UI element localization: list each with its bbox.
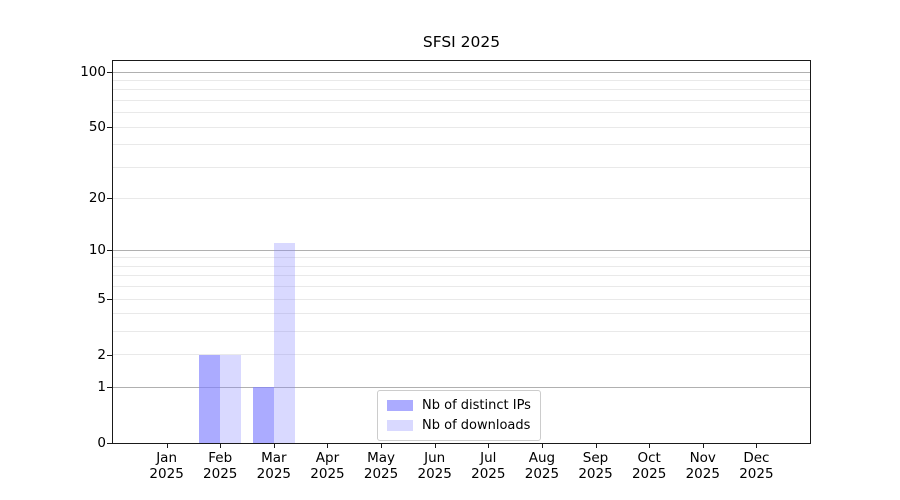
gridline-minor [113, 298, 810, 300]
y-tick-mark [107, 354, 112, 356]
bar-downloads [220, 354, 242, 443]
month-label: Dec [743, 450, 770, 466]
x-tick-mark [541, 444, 543, 448]
y-tick-label: 10 [88, 242, 106, 259]
x-tick-mark [273, 444, 275, 448]
y-tick-mark [107, 72, 112, 74]
y-tick-label: 50 [88, 119, 106, 136]
y-tick-label: 5 [97, 291, 106, 307]
gridline-minor [113, 144, 810, 146]
y-tick-label: 2 [97, 346, 106, 363]
legend-item-distinct-ips: Nb of distinct IPs [387, 395, 531, 415]
y-tick-label: 1 [97, 379, 106, 396]
x-tick-mark [595, 444, 597, 448]
gridline-minor [113, 331, 810, 333]
gridline-minor [113, 126, 810, 128]
gridline-minor [113, 197, 810, 199]
x-tick-mark [327, 444, 329, 448]
x-tick-mark [702, 444, 704, 448]
x-tick-mark [166, 444, 168, 448]
gridline-major [113, 249, 810, 251]
gridline-minor [113, 313, 810, 315]
legend-swatch-downloads [387, 419, 413, 431]
legend: Nb of distinct IPs Nb of downloads [377, 390, 541, 441]
y-tick-mark [107, 127, 112, 129]
x-tick-mark [488, 444, 490, 448]
x-tick-mark [381, 444, 383, 448]
gridline-minor [113, 257, 810, 259]
chart-title: SFSI 2025 [422, 33, 501, 51]
chart-canvas: SFSI 2025 Nb of distinct IPs Nb of downl… [0, 0, 900, 500]
gridline-minor [113, 286, 810, 288]
plot-area [112, 60, 811, 444]
gridline-major [113, 71, 810, 73]
legend-item-downloads: Nb of downloads [387, 415, 531, 435]
y-tick-mark [107, 443, 112, 444]
x-tick-mark [220, 444, 222, 448]
gridline-minor [113, 112, 810, 114]
bar-distinct-ips [252, 387, 274, 443]
y-tick-mark [107, 250, 112, 252]
y-tick-label: 100 [80, 64, 106, 81]
x-tick-mark [434, 444, 436, 448]
legend-label-downloads: Nb of downloads [422, 417, 531, 433]
gridline-minor [113, 80, 810, 81]
gridline-minor [113, 275, 810, 277]
legend-swatch-distinct-ips [387, 399, 413, 411]
y-tick-mark [107, 387, 112, 389]
y-tick-mark [107, 299, 112, 300]
bar-distinct-ips [199, 354, 221, 443]
gridline-minor [113, 89, 810, 91]
gridline-minor [113, 166, 810, 168]
x-tick-mark [649, 444, 651, 448]
y-tick-label: 0 [97, 435, 106, 451]
x-tick-label: Dec 2025 [721, 450, 791, 482]
legend-label-distinct-ips: Nb of distinct IPs [422, 397, 531, 413]
gridline-minor [113, 265, 810, 267]
y-tick-label: 20 [88, 190, 106, 207]
year-label: 2025 [739, 466, 774, 482]
x-tick-mark [756, 444, 758, 448]
y-tick-mark [107, 198, 112, 200]
bar-downloads [273, 243, 295, 443]
gridline-minor [113, 99, 810, 101]
